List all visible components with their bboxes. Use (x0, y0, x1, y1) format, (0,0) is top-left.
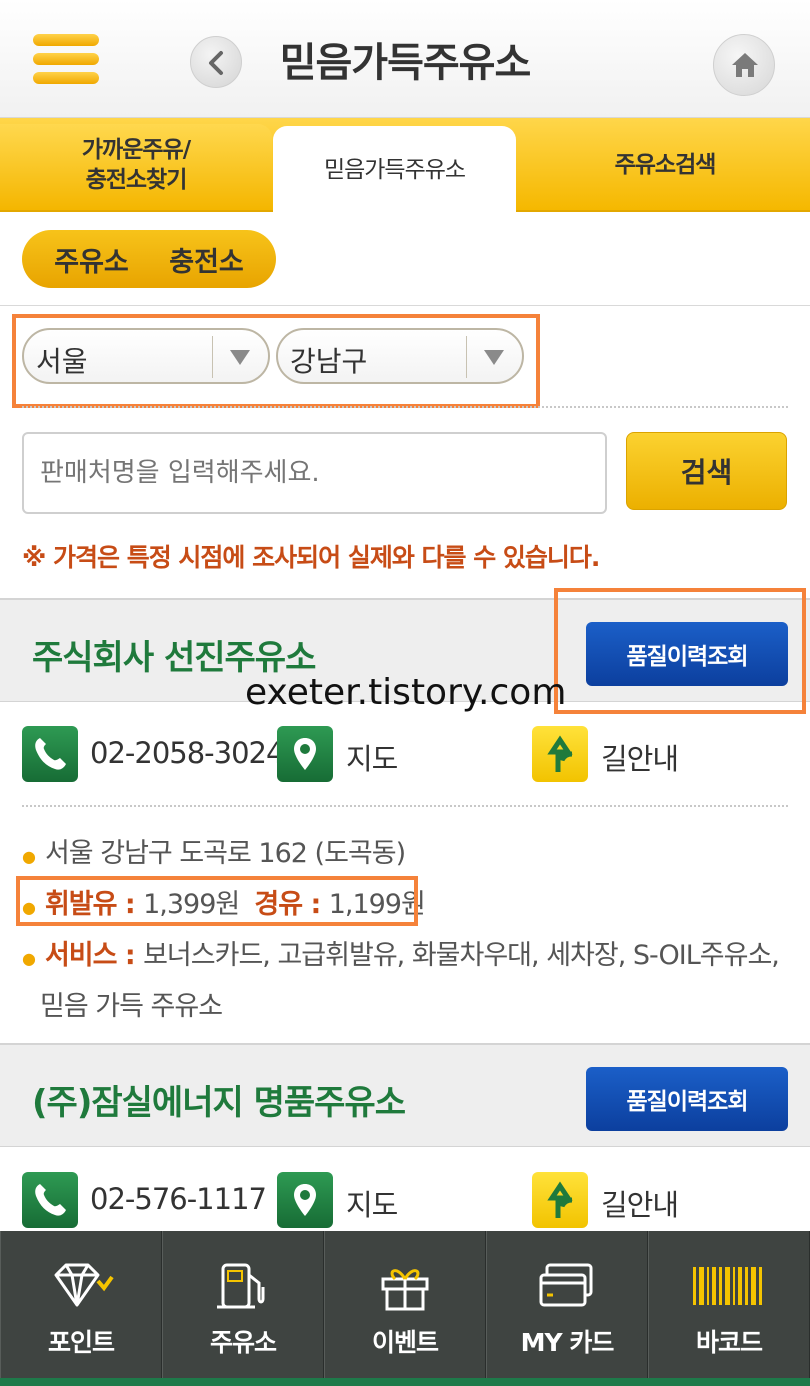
menu-icon[interactable] (33, 34, 99, 86)
station-card-header: (주)잠실에너지 명품주유소 품질이력조회 (0, 1043, 810, 1147)
station-actions: 02-2058-3024 지도 길안내 (0, 704, 810, 804)
map-pin-icon[interactable] (277, 1172, 333, 1228)
tab-nearby[interactable]: 가까운주유/충전소찾기 (0, 118, 272, 212)
address: 서울 강남구 도곡로 162 (도곡동) (44, 838, 406, 869)
nav-point[interactable]: 포인트 (0, 1231, 162, 1378)
highlight-box (554, 588, 806, 714)
phone-number[interactable]: 02-2058-3024 (90, 736, 284, 770)
chevron-left-icon (209, 51, 223, 75)
page-title: 믿음가득주유소 (279, 40, 532, 86)
type-toggle-bar: 주유소 충전소 (0, 212, 810, 306)
home-button[interactable] (713, 34, 775, 96)
type-toggle: 주유소 충전소 (22, 230, 276, 288)
phone-number[interactable]: 02-576-1117 (90, 1182, 267, 1216)
bottom-nav: 포인트 주유소 이벤트 MY 카드 바코드 (0, 1231, 810, 1386)
tab-nearby-line1: 가까운주유/ (81, 137, 191, 163)
toggle-charging-station[interactable]: 충전소 (169, 240, 244, 279)
fuel-pump-icon (217, 1263, 265, 1309)
address-line: ● 서울 강남구 도곡로 162 (도곡동) (22, 838, 406, 869)
nav-barcode[interactable]: 바코드 (648, 1231, 810, 1378)
service-line-2: 믿음 가득 주유소 (40, 991, 223, 1022)
nav-event[interactable]: 이벤트 (324, 1231, 486, 1378)
phone-icon[interactable] (22, 1172, 78, 1228)
nav-my-card[interactable]: MY 카드 (486, 1231, 648, 1378)
tab-trust-station[interactable]: 믿음가득주유소 (273, 126, 516, 214)
card-icon (539, 1263, 593, 1307)
app-header: 믿음가득주유소 (0, 0, 810, 118)
service-line: ● 서비스 : 보너스카드, 고급휘발유, 화물차우대, 세차장, S-OIL주유… (22, 940, 780, 971)
map-link[interactable]: 지도 (346, 736, 398, 778)
home-icon (732, 53, 758, 77)
nav-gas-station[interactable]: 주유소 (162, 1231, 324, 1378)
highlight-box (16, 876, 418, 926)
nav-label: 포인트 (47, 1328, 115, 1357)
phone-icon[interactable] (22, 726, 78, 782)
price-notice: ※ 가격은 특정 시점에 조사되어 실제와 다를 수 있습니다. (22, 543, 600, 572)
map-link[interactable]: 지도 (346, 1182, 398, 1224)
quality-history-button[interactable]: 품질이력조회 (586, 1067, 788, 1131)
nav-label: 주유소 (209, 1328, 277, 1357)
map-pin-icon[interactable] (277, 726, 333, 782)
divider (22, 406, 788, 408)
directions-icon[interactable] (532, 1172, 588, 1228)
tab-nearby-line2: 충전소찾기 (85, 167, 188, 193)
directions-link[interactable]: 길안내 (601, 1182, 679, 1224)
back-button[interactable] (190, 36, 242, 88)
search-button[interactable]: 검색 (626, 432, 787, 510)
tab-bar: 가까운주유/충전소찾기 믿음가득주유소 주유소검색 (0, 118, 810, 214)
highlight-box (12, 314, 540, 408)
nav-label: 바코드 (695, 1328, 763, 1357)
store-name-search-input[interactable] (22, 432, 607, 514)
region-selector: 서울 강남구 (0, 306, 810, 418)
gift-icon (381, 1269, 429, 1311)
divider (22, 805, 788, 807)
directions-icon[interactable] (532, 726, 588, 782)
nav-label: 이벤트 (371, 1328, 439, 1357)
toggle-gas-station[interactable]: 주유소 (54, 240, 129, 279)
tab-station-search[interactable]: 주유소검색 (520, 118, 810, 212)
station-info: ● 서울 강남구 도곡로 162 (도곡동) ● 휘발유 : 1,399원 경유 :… (22, 830, 780, 1031)
services: 보너스카드, 고급휘발유, 화물차우대, 세차장, S-OIL주유소, (143, 940, 780, 971)
barcode-icon (693, 1267, 762, 1305)
directions-link[interactable]: 길안내 (601, 736, 679, 778)
diamond-icon (54, 1263, 114, 1307)
nav-label: MY 카드 (520, 1328, 615, 1357)
station-name[interactable]: (주)잠실에너지 명품주유소 (32, 1075, 406, 1124)
service-label: 서비스 : (44, 940, 144, 971)
